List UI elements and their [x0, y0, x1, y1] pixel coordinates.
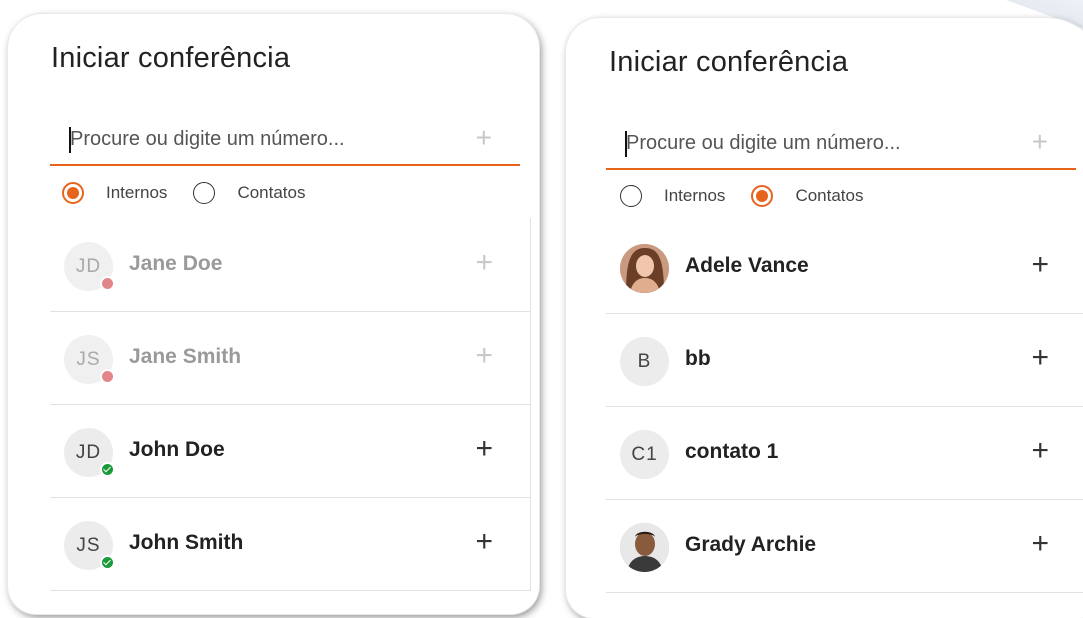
radio-contacts-label[interactable]: Contatos	[795, 186, 863, 206]
search-field[interactable]: +	[50, 114, 520, 166]
avatar-photo	[620, 244, 669, 293]
presence-away-icon	[100, 369, 115, 384]
panel-title: Iniciar conferência	[51, 42, 291, 74]
panel-title: Iniciar conferência	[609, 46, 849, 78]
search-input[interactable]	[70, 124, 450, 154]
contact-name: Adele Vance	[685, 254, 809, 277]
radio-internal-icon[interactable]	[62, 182, 84, 204]
plus-icon[interactable]: +	[475, 341, 493, 371]
plus-icon[interactable]: +	[1031, 529, 1049, 559]
start-conference-panel-internal: Iniciar conferência + Internos Contatos …	[8, 14, 539, 614]
contact-name: bb	[685, 347, 711, 370]
list-item[interactable]: B bb +	[606, 313, 1083, 407]
avatar: B	[620, 337, 669, 386]
plus-icon[interactable]: +	[1031, 250, 1049, 280]
plus-icon[interactable]: +	[1032, 128, 1048, 156]
radio-contacts-icon[interactable]	[751, 185, 774, 207]
plus-icon[interactable]: +	[475, 248, 493, 278]
list-item[interactable]: JS John Smith +	[50, 497, 531, 591]
presence-away-icon	[100, 276, 115, 291]
presence-available-icon	[100, 462, 115, 477]
radio-internal-label[interactable]: Internos	[106, 183, 167, 203]
contact-name: John Doe	[129, 438, 225, 461]
radio-contacts-label[interactable]: Contatos	[237, 183, 305, 203]
list-item[interactable]: JS Jane Smith +	[50, 311, 531, 405]
list-item[interactable]: Grady Archie +	[606, 499, 1083, 593]
radio-internal-icon[interactable]	[620, 185, 642, 207]
search-field[interactable]: +	[606, 118, 1076, 170]
plus-icon[interactable]: +	[1031, 436, 1049, 466]
plus-icon[interactable]: +	[476, 124, 492, 152]
radio-contacts-icon[interactable]	[193, 182, 216, 204]
avatar: C1	[620, 430, 669, 479]
list-item[interactable]: JD John Doe +	[50, 404, 531, 498]
contact-name: John Smith	[129, 531, 244, 554]
contact-name: Grady Archie	[685, 533, 817, 556]
contact-name: Jane Doe	[129, 252, 223, 275]
contact-name: contato 1	[685, 440, 779, 463]
contact-name: Jane Smith	[129, 345, 242, 368]
presence-available-icon	[100, 555, 115, 570]
plus-icon[interactable]: +	[475, 434, 493, 464]
avatar-photo	[620, 523, 669, 572]
list-item[interactable]: C1 contato 1 +	[606, 406, 1083, 500]
list-item[interactable]: JD Jane Doe +	[50, 218, 531, 312]
search-input[interactable]	[626, 128, 1006, 158]
list-item[interactable]: Adele Vance +	[606, 220, 1083, 314]
plus-icon[interactable]: +	[1031, 343, 1049, 373]
scope-selector: Internos Contatos	[62, 178, 331, 208]
person-photo-icon	[620, 244, 669, 293]
radio-internal-label[interactable]: Internos	[664, 186, 725, 206]
scope-selector: Internos Contatos	[620, 181, 889, 211]
plus-icon[interactable]: +	[475, 527, 493, 557]
start-conference-panel-contacts: Iniciar conferência + Internos Contatos …	[566, 18, 1083, 618]
person-photo-icon	[620, 523, 669, 572]
